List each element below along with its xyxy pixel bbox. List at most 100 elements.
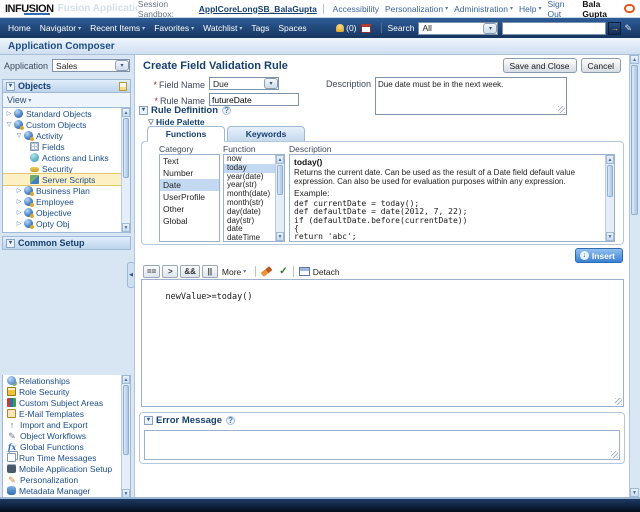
search-go-icon[interactable]: → [608, 22, 621, 35]
sidebar-item-run-time-messages[interactable]: Run Time Messages [3, 452, 130, 463]
validate-icon[interactable]: ✓ [279, 266, 287, 277]
help-icon[interactable]: ? [222, 106, 231, 115]
tree-item-business-plan[interactable]: ▷ Business Plan [3, 185, 130, 196]
collapse-icon[interactable]: ▽ [5, 121, 13, 128]
chevron-down-icon[interactable]: ▾ [264, 78, 278, 89]
sidebar-item-personalization[interactable]: Personalization [3, 474, 130, 485]
tab-keywords[interactable]: Keywords [227, 126, 305, 142]
oracle-icon[interactable] [624, 4, 635, 13]
scroll-down-icon[interactable]: ▼ [606, 232, 614, 241]
search-scope-select[interactable]: All ▾ [418, 22, 498, 35]
category-item-selected[interactable]: Date [160, 179, 219, 191]
main-scrollbar[interactable]: ▲ ▼ [629, 55, 639, 497]
insert-button[interactable]: ↓ Insert [575, 248, 623, 263]
new-object-icon[interactable] [119, 82, 127, 91]
sign-out-link[interactable]: Sign Out [547, 0, 575, 19]
collapse-icon[interactable]: ▾ [144, 416, 153, 425]
nav-watchlist-menu[interactable]: Watchlist▾ [203, 23, 242, 33]
category-item[interactable]: Text [160, 155, 219, 167]
session-sandbox-link[interactable]: ApplCoreLongSB_BalaGupta [199, 4, 317, 14]
or-operator-button[interactable]: || [202, 265, 218, 278]
tree-item-security[interactable]: Security [3, 163, 130, 174]
resize-handle-icon[interactable] [558, 106, 565, 113]
tree-item-employee[interactable]: ▷ Employee [3, 196, 130, 207]
erase-icon[interactable] [261, 266, 273, 277]
chevron-down-icon[interactable]: ▾ [115, 60, 129, 71]
calendar-icon[interactable] [361, 24, 371, 33]
tree-item-opty-obj[interactable]: ▷ Opty Obj [3, 218, 130, 229]
tree-item-server-scripts[interactable]: Server Scripts [3, 174, 130, 185]
scroll-up-icon[interactable]: ▲ [122, 375, 130, 384]
sidebar-item-global-functions[interactable]: Global Functions [3, 441, 130, 452]
detach-button[interactable]: Detach [299, 267, 340, 277]
sidebar-item-role-security[interactable]: Role Security [3, 386, 130, 397]
collapse-icon[interactable]: ▾ [6, 82, 15, 91]
help-icon[interactable]: ? [226, 416, 235, 425]
greater-than-operator-button[interactable]: > [162, 265, 178, 278]
sidebar-item-import-and-export[interactable]: Import and Export [3, 419, 130, 430]
description-scrollbar[interactable]: ▲ ▼ [605, 155, 614, 241]
nav-home[interactable]: Home [8, 23, 31, 33]
scroll-down-icon[interactable]: ▼ [276, 232, 284, 241]
tree-scrollbar[interactable]: ▲ ▼ [121, 108, 130, 232]
error-message-textarea[interactable] [144, 430, 620, 460]
collapse-icon[interactable]: ▽ [15, 132, 23, 139]
sidebar-item-email-templates[interactable]: E-Mail Templates [3, 408, 130, 419]
category-item[interactable]: UserProfile [160, 191, 219, 203]
sidebar-item-object-workflows[interactable]: Object Workflows [3, 430, 130, 441]
scroll-down-icon[interactable]: ▼ [630, 488, 639, 497]
personalization-menu[interactable]: Personalization▾ [385, 4, 448, 14]
scrollbar-thumb[interactable] [631, 65, 638, 215]
nav-tags[interactable]: Tags [251, 23, 269, 33]
scrollbar-thumb[interactable] [123, 118, 129, 178]
advanced-search-icon[interactable]: ✎ [624, 23, 632, 34]
scroll-up-icon[interactable]: ▲ [276, 155, 284, 164]
tab-functions[interactable]: Functions [147, 126, 225, 142]
help-menu[interactable]: Help▾ [519, 4, 542, 14]
tree-item-objective[interactable]: ▷ Objective [3, 207, 130, 218]
collapse-icon[interactable]: ▾ [6, 239, 15, 248]
sidebar-item-custom-subject-areas[interactable]: Custom Subject Areas [3, 397, 130, 408]
expand-icon[interactable]: ▷ [15, 209, 23, 216]
expression-editor[interactable]: newValue>=today() [141, 279, 624, 407]
scroll-up-icon[interactable]: ▲ [122, 108, 130, 117]
list-scrollbar[interactable]: ▲ ▼ [121, 375, 130, 498]
function-list-scrollbar[interactable]: ▲ ▼ [275, 155, 284, 241]
scroll-up-icon[interactable]: ▲ [606, 155, 614, 164]
tree-item-custom-objects[interactable]: ▽ Custom Objects [3, 119, 130, 130]
chevron-down-icon[interactable]: ▾ [483, 23, 497, 34]
expand-icon[interactable]: ▷ [15, 220, 23, 227]
scroll-up-icon[interactable]: ▲ [630, 55, 639, 64]
nav-recent-items-menu[interactable]: Recent Items▾ [90, 23, 145, 33]
scrollbar-thumb[interactable] [277, 165, 283, 195]
category-item[interactable]: Global [160, 215, 219, 227]
more-menu-button[interactable]: More ▾ [222, 267, 246, 277]
alerts-bell-icon[interactable] [336, 24, 344, 32]
field-name-select[interactable]: Due ▾ [209, 77, 279, 90]
tree-item-activity[interactable]: ▽ Activity [3, 130, 130, 141]
description-textarea[interactable]: Due date must be in the next week. [375, 77, 567, 115]
expand-icon[interactable]: ▷ [15, 198, 23, 205]
cancel-button[interactable]: Cancel [581, 58, 621, 73]
equals-operator-button[interactable]: == [143, 265, 160, 278]
category-item[interactable]: Other [160, 203, 219, 215]
scrollbar-thumb[interactable] [123, 385, 129, 455]
sidebar-item-relationships[interactable]: Relationships [3, 375, 130, 386]
scrollbar-thumb[interactable] [607, 165, 613, 197]
view-menu-button[interactable]: View ▾ [2, 93, 131, 108]
nav-favorites-menu[interactable]: Favorites▾ [154, 23, 194, 33]
resize-handle-icon[interactable] [611, 451, 618, 458]
save-and-close-button[interactable]: Save and Close [503, 58, 577, 73]
resize-handle-icon[interactable] [615, 398, 622, 405]
tree-item-standard-objects[interactable]: ▷ Standard Objects [3, 108, 130, 119]
application-select[interactable]: Sales ▾ [52, 59, 130, 72]
tree-item-fields[interactable]: Fields [3, 141, 130, 152]
accessibility-link[interactable]: Accessibility [333, 4, 379, 14]
search-input[interactable] [502, 22, 606, 35]
administration-menu[interactable]: Administration▾ [454, 4, 513, 14]
tree-item-actions-and-links[interactable]: Actions and Links [3, 152, 130, 163]
category-item[interactable]: Number [160, 167, 219, 179]
nav-navigator-menu[interactable]: Navigator▾ [40, 23, 81, 33]
nav-spaces[interactable]: Spaces [278, 23, 306, 33]
expand-icon[interactable]: ▷ [5, 110, 13, 117]
